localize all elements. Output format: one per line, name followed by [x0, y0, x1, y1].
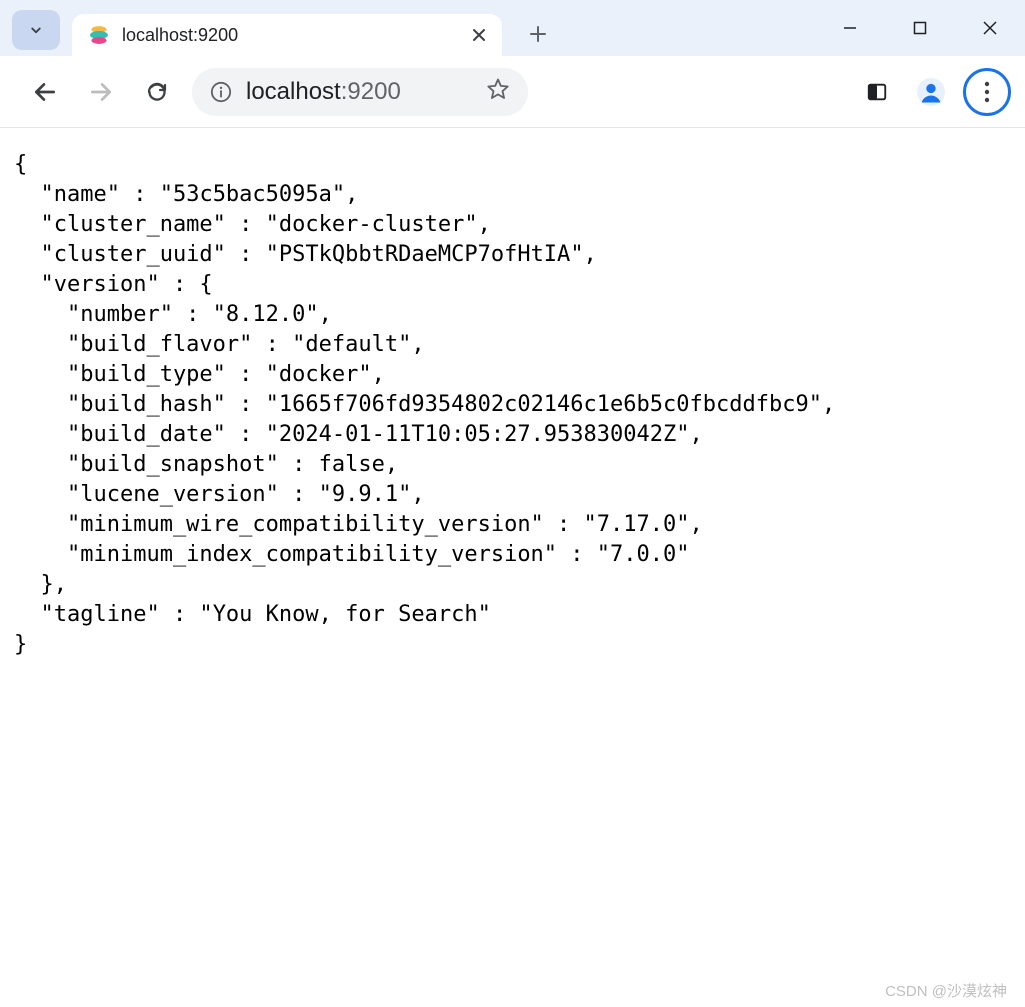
toolbar-right — [855, 68, 1011, 116]
search-tabs-button[interactable] — [12, 10, 60, 50]
tab-close-button[interactable] — [470, 26, 488, 44]
side-panel-icon — [866, 81, 888, 103]
profile-icon — [917, 78, 945, 106]
menu-button[interactable] — [963, 68, 1011, 116]
arrow-right-icon — [88, 79, 114, 105]
info-icon — [210, 81, 232, 103]
close-icon — [982, 20, 998, 36]
reload-icon — [145, 80, 169, 104]
titlebar: localhost:9200 — [0, 0, 1025, 56]
close-icon — [472, 28, 486, 42]
watermark: CSDN @沙漠炫神 — [885, 980, 1007, 1001]
site-info-button[interactable] — [210, 81, 232, 103]
bookmark-button[interactable] — [486, 77, 510, 106]
plus-icon — [529, 25, 547, 43]
side-panel-button[interactable] — [855, 70, 899, 114]
address-bar[interactable]: localhost:9200 — [192, 68, 528, 116]
maximize-button[interactable] — [885, 0, 955, 56]
elastic-favicon — [88, 24, 110, 46]
tab-title: localhost:9200 — [122, 25, 470, 46]
new-tab-button[interactable] — [520, 16, 556, 52]
json-response-body: { "name" : "53c5bac5095a", "cluster_name… — [0, 128, 1025, 1007]
star-icon — [486, 77, 510, 101]
window-controls — [815, 0, 1025, 56]
close-window-button[interactable] — [955, 0, 1025, 56]
forward-button[interactable] — [80, 71, 122, 113]
arrow-left-icon — [32, 79, 58, 105]
back-button[interactable] — [24, 71, 66, 113]
toolbar: localhost:9200 — [0, 56, 1025, 128]
kebab-menu-icon — [984, 81, 990, 103]
minimize-icon — [842, 20, 858, 36]
maximize-icon — [913, 21, 927, 35]
minimize-button[interactable] — [815, 0, 885, 56]
profile-button[interactable] — [909, 70, 953, 114]
browser-tab[interactable]: localhost:9200 — [72, 14, 502, 56]
chevron-down-icon — [27, 21, 45, 39]
url-text: localhost:9200 — [246, 78, 472, 106]
reload-button[interactable] — [136, 71, 178, 113]
